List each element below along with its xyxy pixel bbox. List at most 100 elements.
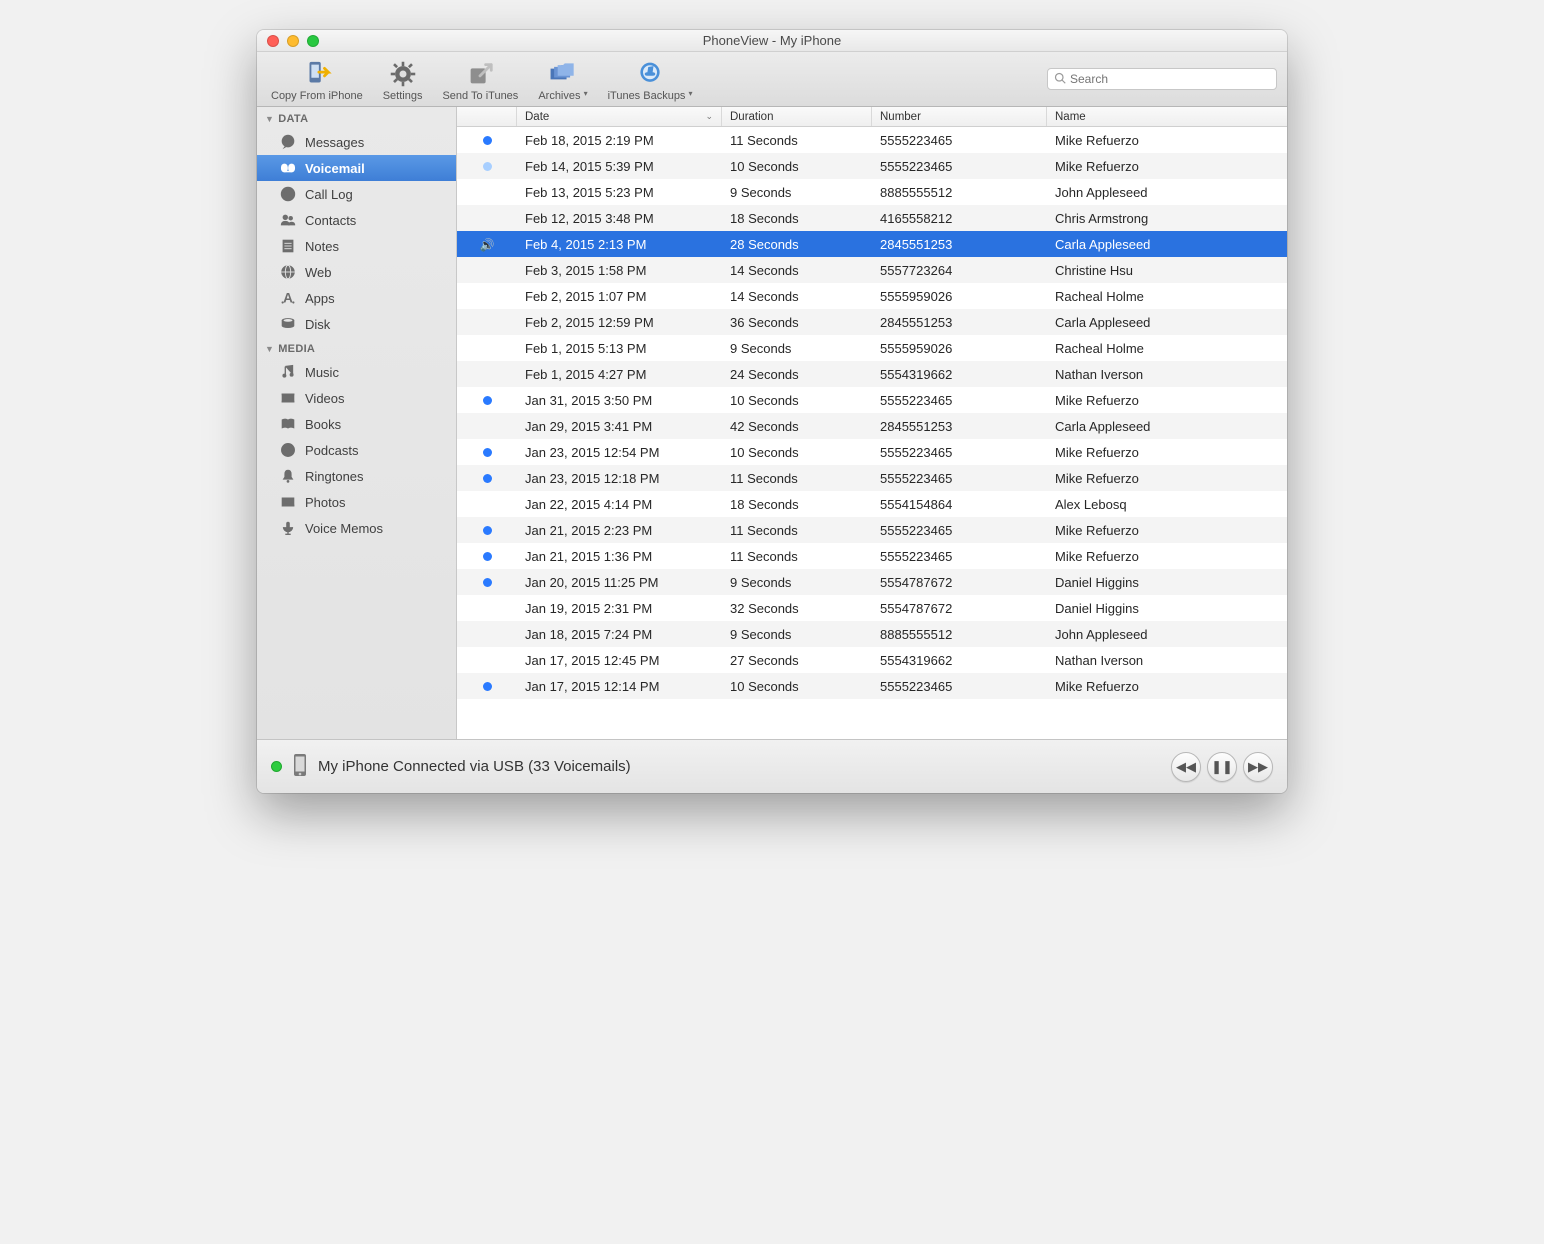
table-row[interactable]: Feb 2, 2015 1:07 PM14 Seconds5555959026R… (457, 283, 1287, 309)
sidebar-item-call-log[interactable]: Call Log (257, 181, 456, 207)
cell-duration: 11 Seconds (722, 133, 872, 148)
settings-button[interactable]: Settings (375, 56, 431, 102)
sidebar-item-label: Photos (305, 495, 345, 510)
sidebar-group-header[interactable]: ▼ DATA (257, 107, 456, 129)
table-row[interactable]: Jan 17, 2015 12:45 PM27 Seconds555431966… (457, 647, 1287, 673)
cell-name: Mike Refuerzo (1047, 393, 1287, 408)
cell-name: John Appleseed (1047, 185, 1287, 200)
cell-name: Mike Refuerzo (1047, 159, 1287, 174)
cell-name: Carla Appleseed (1047, 315, 1287, 330)
table-row[interactable]: Feb 13, 2015 5:23 PM9 Seconds8885555512J… (457, 179, 1287, 205)
cell-date: Jan 23, 2015 12:18 PM (517, 471, 722, 486)
table-row[interactable]: Jan 17, 2015 12:14 PM10 Seconds555522346… (457, 673, 1287, 699)
sidebar-item-disk[interactable]: Disk (257, 311, 456, 337)
cell-date: Feb 3, 2015 1:58 PM (517, 263, 722, 278)
table-row[interactable]: Jan 19, 2015 2:31 PM32 Seconds5554787672… (457, 595, 1287, 621)
cell-duration: 18 Seconds (722, 497, 872, 512)
cell-number: 5555223465 (872, 679, 1047, 694)
sidebar-item-apps[interactable]: AApps (257, 285, 456, 311)
speaker-icon: 🔊 (480, 238, 495, 252)
voicemail-table: Date ⌄ Duration Number Name Feb 18, 2015… (457, 107, 1287, 739)
minimize-window-button[interactable] (287, 35, 299, 47)
sidebar-item-photos[interactable]: Photos (257, 489, 456, 515)
sidebar-item-contacts[interactable]: Contacts (257, 207, 456, 233)
column-header-status[interactable] (457, 107, 517, 126)
search-input[interactable] (1070, 72, 1270, 86)
table-row[interactable]: Jan 18, 2015 7:24 PM9 Seconds8885555512J… (457, 621, 1287, 647)
pause-button[interactable]: ❚❚ (1207, 752, 1237, 782)
close-window-button[interactable] (267, 35, 279, 47)
itunes-backups-button[interactable]: iTunes Backups ▾ (600, 56, 701, 102)
toolbar: Copy From iPhone Settings Send To iTunes… (257, 52, 1287, 107)
cell-date: Feb 14, 2015 5:39 PM (517, 159, 722, 174)
sidebar-group-header[interactable]: ▼ MEDIA (257, 337, 456, 359)
sidebar-item-ringtones[interactable]: Ringtones (257, 463, 456, 489)
cell-number: 5555223465 (872, 393, 1047, 408)
table-row[interactable]: Feb 3, 2015 1:58 PM14 Seconds5557723264C… (457, 257, 1287, 283)
cell-date: Feb 1, 2015 5:13 PM (517, 341, 722, 356)
sidebar-item-notes[interactable]: Notes (257, 233, 456, 259)
table-body[interactable]: Feb 18, 2015 2:19 PM11 Seconds5555223465… (457, 127, 1287, 739)
cell-date: Jan 19, 2015 2:31 PM (517, 601, 722, 616)
cell-duration: 10 Seconds (722, 159, 872, 174)
cell-number: 5555223465 (872, 159, 1047, 174)
table-row[interactable]: Feb 14, 2015 5:39 PM10 Seconds5555223465… (457, 153, 1287, 179)
table-row[interactable]: Jan 22, 2015 4:14 PM18 Seconds5554154864… (457, 491, 1287, 517)
cell-date: Feb 1, 2015 4:27 PM (517, 367, 722, 382)
cell-number: 5555223465 (872, 523, 1047, 538)
cell-duration: 9 Seconds (722, 185, 872, 200)
playback-controls: ◀◀ ❚❚ ▶▶ (1171, 752, 1273, 782)
table-row[interactable]: Feb 1, 2015 4:27 PM24 Seconds5554319662N… (457, 361, 1287, 387)
sidebar-item-messages[interactable]: Messages (257, 129, 456, 155)
cell-name: Daniel Higgins (1047, 575, 1287, 590)
zoom-window-button[interactable] (307, 35, 319, 47)
cell-name: Mike Refuerzo (1047, 471, 1287, 486)
unread-dot-icon (483, 526, 492, 535)
search-field[interactable] (1047, 68, 1277, 90)
copy-from-iphone-button[interactable]: Copy From iPhone (263, 56, 371, 102)
table-row[interactable]: Jan 23, 2015 12:54 PM10 Seconds555522346… (457, 439, 1287, 465)
cell-number: 5554319662 (872, 653, 1047, 668)
search-icon (1054, 72, 1066, 87)
forward-button[interactable]: ▶▶ (1243, 752, 1273, 782)
table-row[interactable]: Jan 21, 2015 1:36 PM11 Seconds5555223465… (457, 543, 1287, 569)
sidebar: ▼ DATAMessages Voicemail Call Log Contacts N… (257, 107, 457, 739)
unread-dot-icon (483, 136, 492, 145)
table-row[interactable]: 🔊Feb 4, 2015 2:13 PM28 Seconds2845551253… (457, 231, 1287, 257)
sidebar-item-music[interactable]: Music (257, 359, 456, 385)
send-to-itunes-button[interactable]: Send To iTunes (434, 56, 526, 102)
table-row[interactable]: Jan 31, 2015 3:50 PM10 Seconds5555223465… (457, 387, 1287, 413)
sidebar-item-web[interactable]: Web (257, 259, 456, 285)
table-row[interactable]: Jan 23, 2015 12:18 PM11 Seconds555522346… (457, 465, 1287, 491)
cell-date: Feb 18, 2015 2:19 PM (517, 133, 722, 148)
cell-number: 5555959026 (872, 341, 1047, 356)
cell-name: Daniel Higgins (1047, 601, 1287, 616)
table-row[interactable]: Feb 1, 2015 5:13 PM9 Seconds5555959026Ra… (457, 335, 1287, 361)
cell-duration: 11 Seconds (722, 523, 872, 538)
sidebar-item-label: Voicemail (305, 161, 365, 176)
table-row[interactable]: Jan 20, 2015 11:25 PM9 Seconds5554787672… (457, 569, 1287, 595)
phone-export-icon (301, 58, 333, 90)
table-row[interactable]: Feb 2, 2015 12:59 PM36 Seconds2845551253… (457, 309, 1287, 335)
archives-button[interactable]: Archives ▾ (530, 56, 595, 102)
unread-dot-icon (483, 474, 492, 483)
sidebar-item-label: Apps (305, 291, 335, 306)
sort-descending-icon: ⌄ (705, 111, 713, 122)
sidebar-item-voice-memos[interactable]: Voice Memos (257, 515, 456, 541)
table-row[interactable]: Feb 18, 2015 2:19 PM11 Seconds5555223465… (457, 127, 1287, 153)
table-row[interactable]: Jan 29, 2015 3:41 PM42 Seconds2845551253… (457, 413, 1287, 439)
table-row[interactable]: Jan 21, 2015 2:23 PM11 Seconds5555223465… (457, 517, 1287, 543)
column-header-name[interactable]: Name (1047, 107, 1287, 126)
sidebar-item-podcasts[interactable]: Podcasts (257, 437, 456, 463)
rewind-button[interactable]: ◀◀ (1171, 752, 1201, 782)
column-header-date[interactable]: Date ⌄ (517, 107, 722, 126)
sidebar-item-books[interactable]: Books (257, 411, 456, 437)
sidebar-item-videos[interactable]: Videos (257, 385, 456, 411)
contacts-icon (279, 211, 297, 229)
sidebar-item-voicemail[interactable]: Voicemail (257, 155, 456, 181)
table-row[interactable]: Feb 12, 2015 3:48 PM18 Seconds4165558212… (457, 205, 1287, 231)
cell-date: Jan 21, 2015 1:36 PM (517, 549, 722, 564)
column-header-number[interactable]: Number (872, 107, 1047, 126)
column-header-duration[interactable]: Duration (722, 107, 872, 126)
sidebar-item-label: Contacts (305, 213, 356, 228)
